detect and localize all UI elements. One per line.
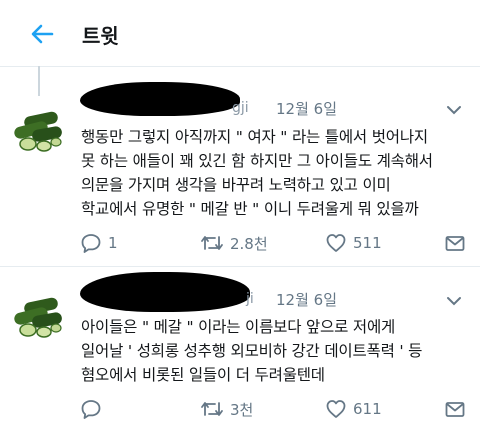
like-count: 611 (353, 400, 382, 418)
share-button[interactable] (444, 397, 466, 421)
tweet-text: 행동만 그렇지 아직까지 " 여자 " 라는 틀에서 벗어나지 못 하는 애들이… (81, 128, 433, 218)
like-count: 511 (353, 234, 382, 252)
page-title: 트윗 (82, 24, 119, 48)
retweet-icon (201, 236, 223, 250)
redacted-username (80, 272, 250, 312)
cucumber-avatar[interactable] (10, 108, 66, 156)
share-icon (445, 402, 465, 417)
user-handle: gji (232, 100, 249, 116)
arrow-left-icon[interactable] (28, 20, 56, 48)
reply-icon (81, 400, 101, 419)
reply-count: 1 (108, 234, 118, 252)
redacted-username (80, 82, 240, 116)
tweet-text: 아이들은 " 메갈 " 이라는 이름보다 앞으로 저에게 일어날 ' 성희롱 성… (81, 318, 423, 384)
like-button[interactable]: 511 (325, 231, 382, 255)
tweet-divider (0, 266, 480, 267)
thread-connector (38, 66, 40, 96)
reply-icon (81, 234, 101, 253)
chevron-down-icon[interactable] (446, 295, 462, 307)
retweet-button[interactable]: 2.8천 (200, 231, 268, 255)
cucumber-avatar[interactable] (10, 294, 66, 342)
top-bar: 트윗 (0, 0, 480, 67)
tweet-actions: 1 2.8천 511 (0, 231, 480, 255)
retweet-count: 2.8천 (230, 234, 268, 253)
tweet-actions: 3천 611 (0, 397, 480, 421)
like-icon (326, 234, 346, 252)
like-button[interactable]: 611 (325, 397, 382, 421)
chevron-down-icon[interactable] (446, 104, 462, 116)
like-icon (326, 400, 346, 418)
retweet-count: 3천 (230, 400, 254, 419)
share-icon (445, 236, 465, 251)
tweet-date[interactable]: 12월 6일 (276, 98, 337, 119)
reply-button[interactable]: 1 (80, 231, 118, 255)
user-handle: ji (246, 291, 254, 307)
retweet-icon (201, 402, 223, 416)
share-button[interactable] (444, 231, 466, 255)
reply-button[interactable] (80, 397, 108, 421)
retweet-button[interactable]: 3천 (200, 397, 253, 421)
tweet-date[interactable]: 12월 6일 (276, 289, 337, 310)
